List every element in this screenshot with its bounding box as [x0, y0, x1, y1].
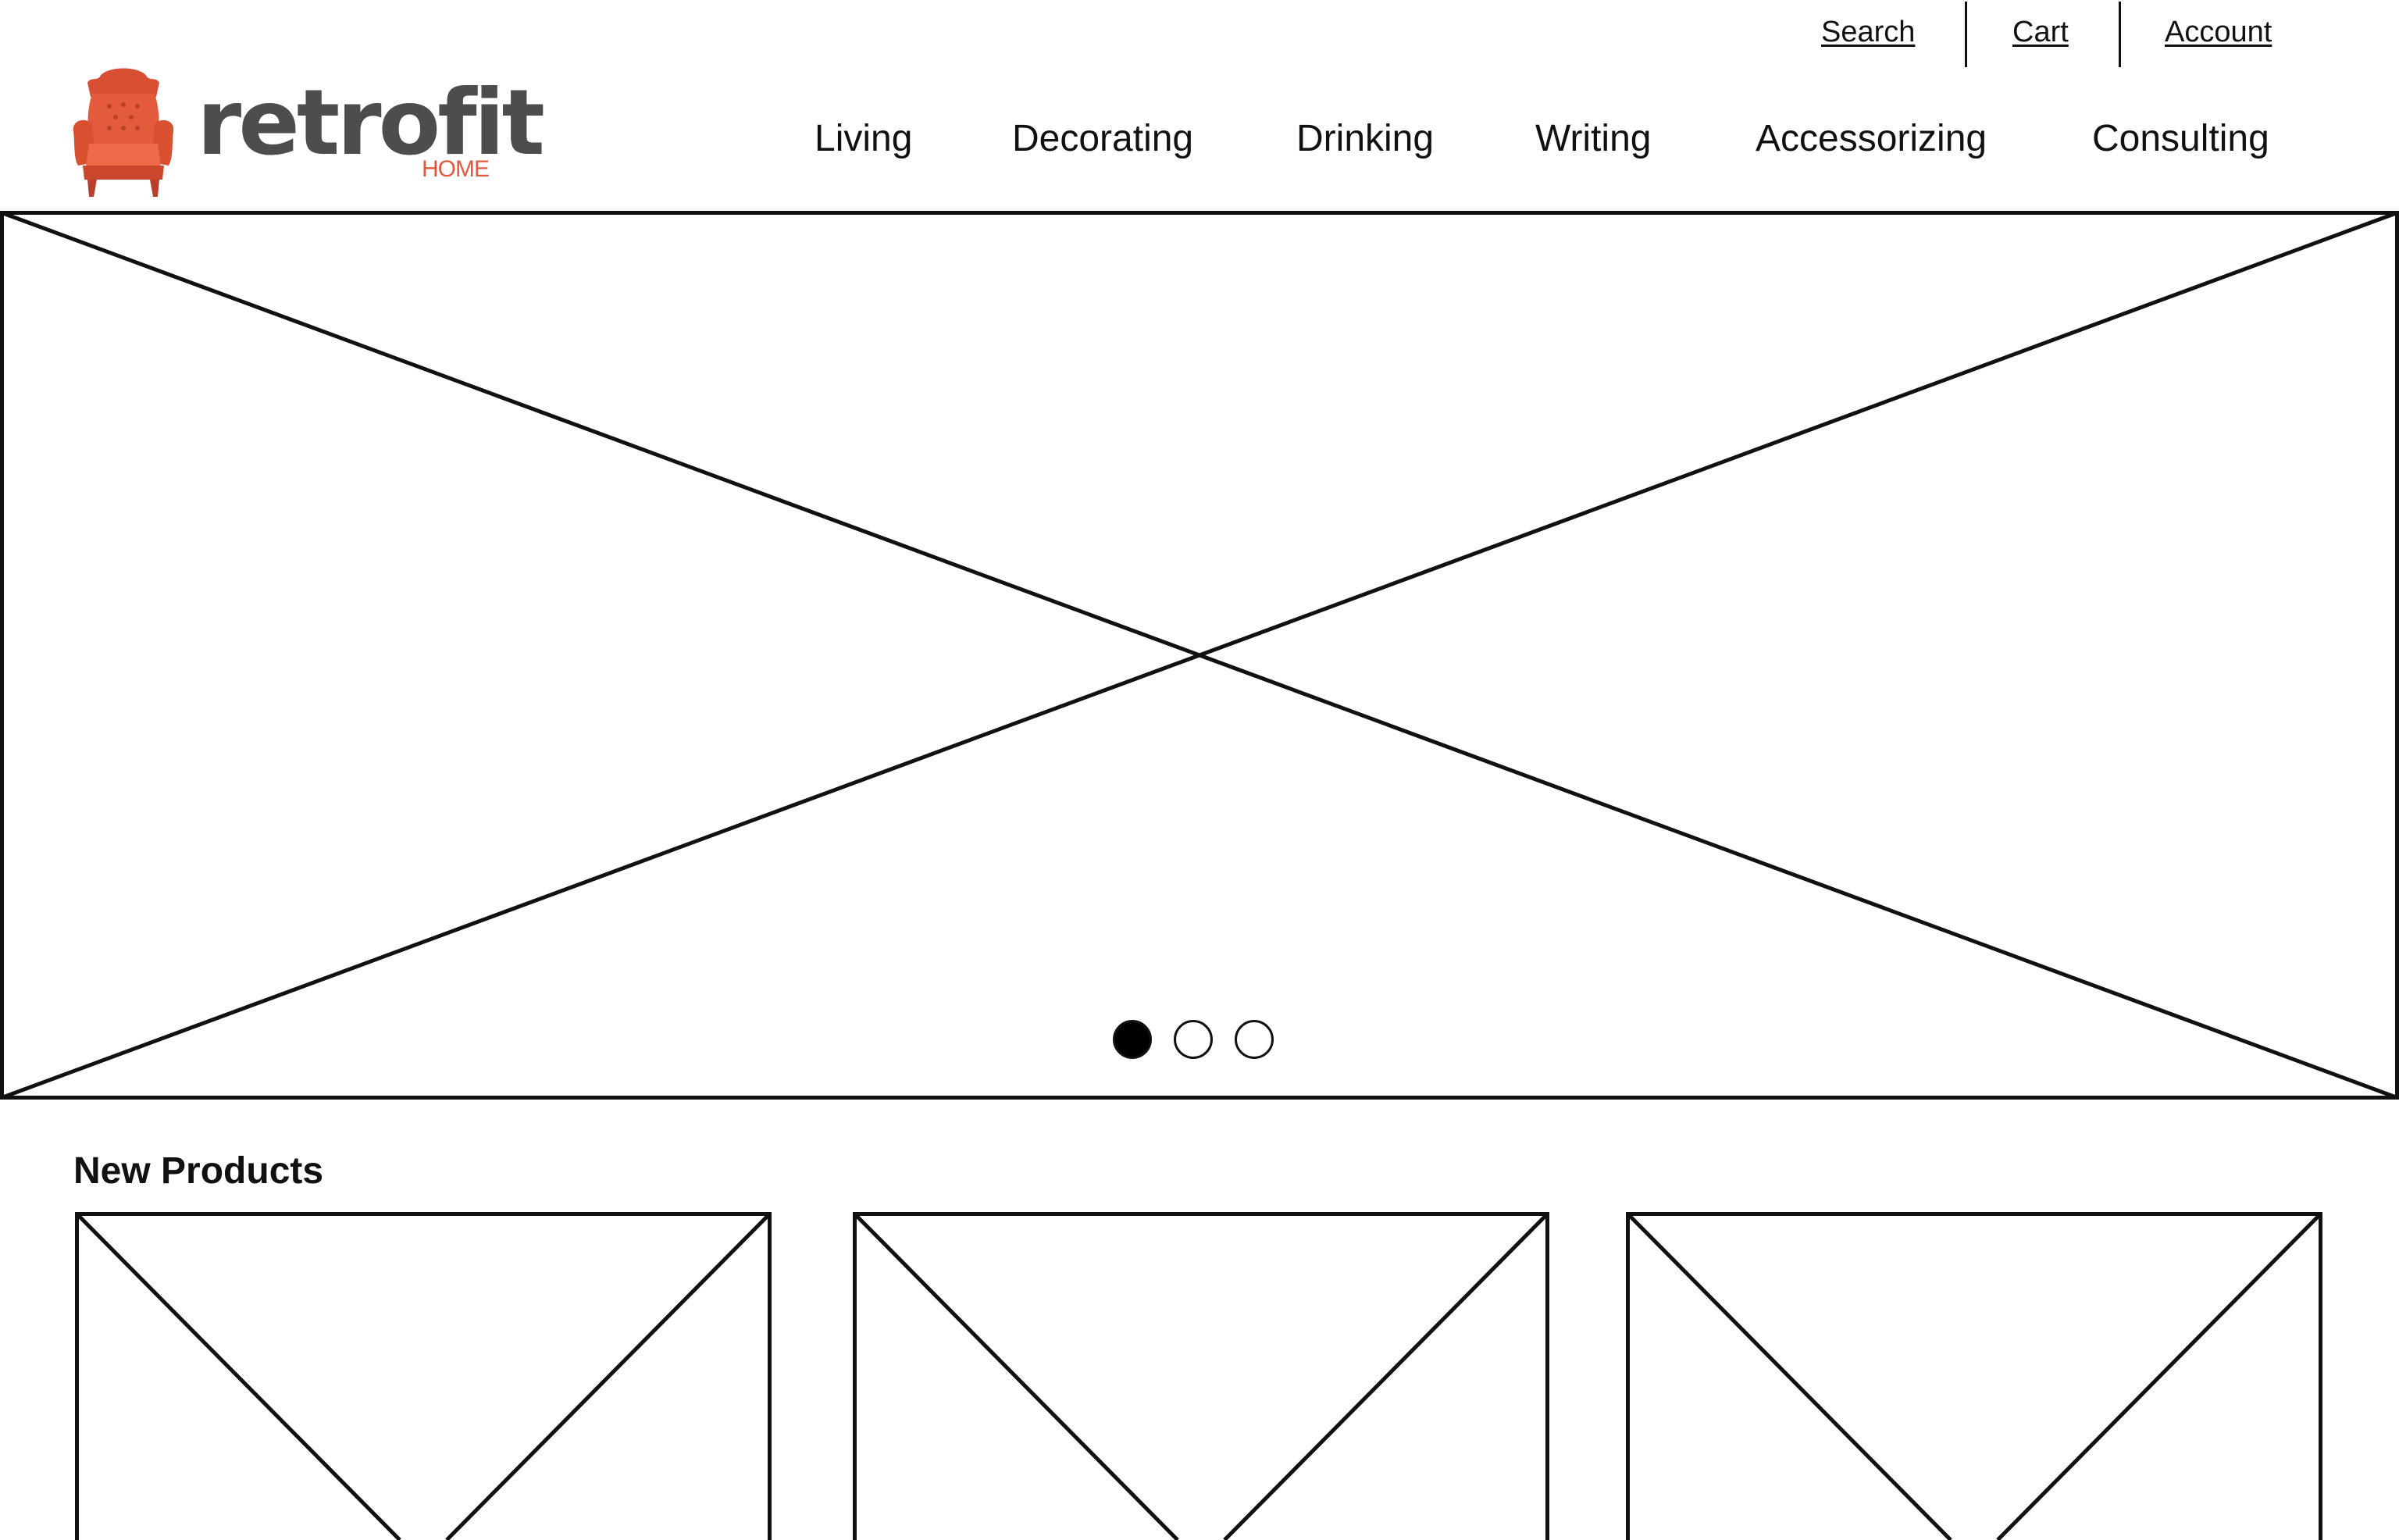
product-image-placeholder [853, 1212, 1549, 1540]
product-image-placeholder [1626, 1212, 2322, 1540]
main-nav: Living Decorating Drinking Writing Acces… [0, 117, 2399, 164]
hero-carousel [0, 211, 2399, 1100]
carousel-indicators [1113, 1020, 1274, 1059]
nav-item-living[interactable]: Living [815, 117, 912, 160]
hero-image-placeholder [0, 211, 2399, 1100]
nav-item-accessorizing[interactable]: Accessorizing [1756, 117, 1987, 160]
nav-item-drinking[interactable]: Drinking [1296, 117, 1434, 160]
product-card[interactable] [1626, 1212, 2322, 1540]
cart-link[interactable]: Cart [2012, 16, 2069, 49]
nav-item-consulting[interactable]: Consulting [2092, 117, 2269, 160]
product-image-placeholder [75, 1212, 772, 1540]
account-link[interactable]: Account [2165, 16, 2272, 49]
carousel-dot-2[interactable] [1174, 1020, 1213, 1059]
product-card[interactable] [75, 1212, 772, 1540]
product-card[interactable] [853, 1212, 1549, 1540]
nav-item-writing[interactable]: Writing [1535, 117, 1651, 160]
nav-item-decorating[interactable]: Decorating [1012, 117, 1193, 160]
utility-divider [1965, 2, 1967, 67]
utility-divider [2119, 2, 2121, 67]
carousel-dot-3[interactable] [1235, 1020, 1274, 1059]
search-link[interactable]: Search [1821, 16, 1915, 49]
carousel-dot-1[interactable] [1113, 1020, 1152, 1059]
new-products-heading: New Products [73, 1150, 323, 1192]
